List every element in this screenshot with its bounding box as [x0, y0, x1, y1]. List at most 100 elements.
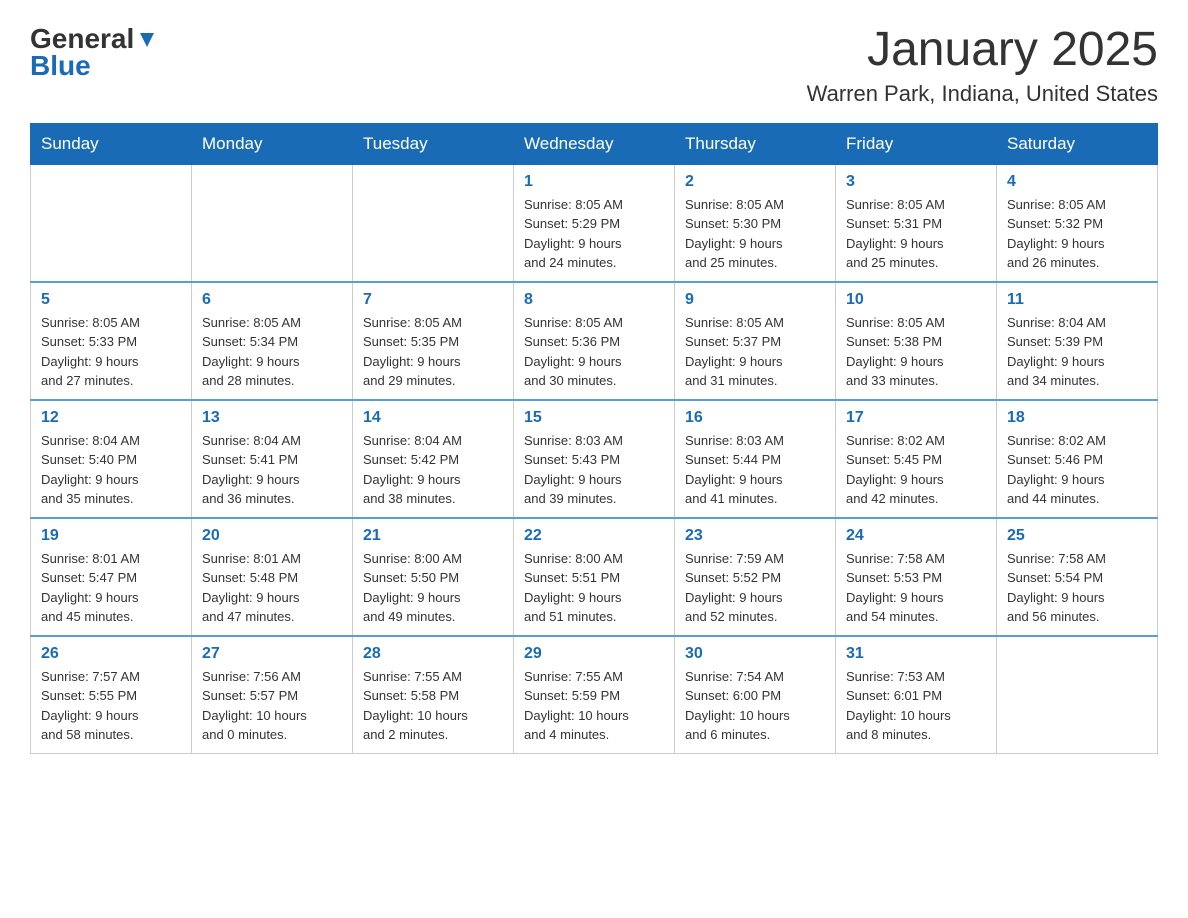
month-title: January 2025 [807, 24, 1158, 77]
day-info: Sunrise: 7:55 AMSunset: 5:59 PMDaylight:… [524, 667, 664, 745]
day-info: Sunrise: 7:55 AMSunset: 5:58 PMDaylight:… [363, 667, 503, 745]
day-info: Sunrise: 8:05 AMSunset: 5:37 PMDaylight:… [685, 313, 825, 391]
day-info: Sunrise: 7:57 AMSunset: 5:55 PMDaylight:… [41, 667, 181, 745]
day-cell-13: 13 Sunrise: 8:04 AMSunset: 5:41 PMDayligh… [192, 400, 353, 518]
day-info: Sunrise: 8:03 AMSunset: 5:44 PMDaylight:… [685, 431, 825, 509]
day-cell-8: 8 Sunrise: 8:05 AMSunset: 5:36 PMDaylight… [514, 282, 675, 400]
day-number: 25 [1007, 527, 1147, 545]
day-cell-25: 25 Sunrise: 7:58 AMSunset: 5:54 PMDayligh… [997, 518, 1158, 636]
day-info: Sunrise: 8:01 AMSunset: 5:48 PMDaylight:… [202, 549, 342, 627]
day-info: Sunrise: 8:00 AMSunset: 5:51 PMDaylight:… [524, 549, 664, 627]
day-header-row: SundayMondayTuesdayWednesdayThursdayFrid… [31, 123, 1158, 164]
day-info: Sunrise: 8:00 AMSunset: 5:50 PMDaylight:… [363, 549, 503, 627]
day-cell-5: 5 Sunrise: 8:05 AMSunset: 5:33 PMDaylight… [31, 282, 192, 400]
day-number: 28 [363, 645, 503, 663]
day-number: 17 [846, 409, 986, 427]
day-header-tuesday: Tuesday [353, 123, 514, 164]
day-header-saturday: Saturday [997, 123, 1158, 164]
day-cell-24: 24Sunrise: 7:58 AMSunset: 5:53 PMDayligh… [836, 518, 997, 636]
day-number: 8 [524, 291, 664, 309]
day-cell-29: 29 Sunrise: 7:55 AMSunset: 5:59 PMDayligh… [514, 636, 675, 754]
day-cell-30: 30 Sunrise: 7:54 AMSunset: 6:00 PMDayligh… [675, 636, 836, 754]
day-number: 19 [41, 527, 181, 545]
day-cell-16: 16 Sunrise: 8:03 AMSunset: 5:44 PMDayligh… [675, 400, 836, 518]
day-cell-23: 23 Sunrise: 7:59 AMSunset: 5:52 PMDayligh… [675, 518, 836, 636]
day-number: 11 [1007, 291, 1147, 309]
day-info: Sunrise: 7:58 AMSunset: 5:54 PMDaylight:… [1007, 549, 1147, 627]
day-number: 14 [363, 409, 503, 427]
day-number: 12 [41, 409, 181, 427]
day-cell-27: 27Sunrise: 7:56 AMSunset: 5:57 PMDayligh… [192, 636, 353, 754]
day-cell-17: 17 Sunrise: 8:02 AMSunset: 5:45 PMDayligh… [836, 400, 997, 518]
day-cell-21: 21Sunrise: 8:00 AMSunset: 5:50 PMDayligh… [353, 518, 514, 636]
logo: General Blue [30, 24, 158, 82]
day-info: Sunrise: 8:05 AMSunset: 5:30 PMDaylight:… [685, 195, 825, 273]
day-number: 16 [685, 409, 825, 427]
day-cell-12: 12 Sunrise: 8:04 AMSunset: 5:40 PMDayligh… [31, 400, 192, 518]
day-number: 3 [846, 173, 986, 191]
title-area: January 2025 Warren Park, Indiana, Unite… [807, 24, 1158, 107]
day-info: Sunrise: 8:05 AMSunset: 5:34 PMDaylight:… [202, 313, 342, 391]
day-info: Sunrise: 8:05 AMSunset: 5:38 PMDaylight:… [846, 313, 986, 391]
day-number: 30 [685, 645, 825, 663]
logo-triangle-icon [136, 29, 158, 51]
day-info: Sunrise: 8:05 AMSunset: 5:32 PMDaylight:… [1007, 195, 1147, 273]
day-number: 23 [685, 527, 825, 545]
day-info: Sunrise: 8:04 AMSunset: 5:40 PMDaylight:… [41, 431, 181, 509]
day-info: Sunrise: 7:54 AMSunset: 6:00 PMDaylight:… [685, 667, 825, 745]
day-number: 15 [524, 409, 664, 427]
day-number: 18 [1007, 409, 1147, 427]
day-number: 27 [202, 645, 342, 663]
empty-cell [997, 636, 1158, 754]
day-cell-10: 10 Sunrise: 8:05 AMSunset: 5:38 PMDayligh… [836, 282, 997, 400]
day-cell-9: 9 Sunrise: 8:05 AMSunset: 5:37 PMDaylight… [675, 282, 836, 400]
day-cell-18: 18 Sunrise: 8:02 AMSunset: 5:46 PMDayligh… [997, 400, 1158, 518]
day-number: 2 [685, 173, 825, 191]
day-info: Sunrise: 8:04 AMSunset: 5:41 PMDaylight:… [202, 431, 342, 509]
day-cell-19: 19 Sunrise: 8:01 AMSunset: 5:47 PMDayligh… [31, 518, 192, 636]
day-info: Sunrise: 7:53 AMSunset: 6:01 PMDaylight:… [846, 667, 986, 745]
day-info: Sunrise: 8:05 AMSunset: 5:36 PMDaylight:… [524, 313, 664, 391]
day-cell-14: 14 Sunrise: 8:04 AMSunset: 5:42 PMDayligh… [353, 400, 514, 518]
week-row-5: 26 Sunrise: 7:57 AMSunset: 5:55 PMDayligh… [31, 636, 1158, 754]
day-number: 24 [846, 527, 986, 545]
day-number: 26 [41, 645, 181, 663]
day-header-friday: Friday [836, 123, 997, 164]
empty-cell [31, 164, 192, 282]
day-info: Sunrise: 8:01 AMSunset: 5:47 PMDaylight:… [41, 549, 181, 627]
day-number: 29 [524, 645, 664, 663]
day-info: Sunrise: 8:05 AMSunset: 5:31 PMDaylight:… [846, 195, 986, 273]
day-cell-11: 11 Sunrise: 8:04 AMSunset: 5:39 PMDayligh… [997, 282, 1158, 400]
day-info: Sunrise: 8:04 AMSunset: 5:42 PMDaylight:… [363, 431, 503, 509]
day-header-thursday: Thursday [675, 123, 836, 164]
day-header-monday: Monday [192, 123, 353, 164]
day-cell-20: 20Sunrise: 8:01 AMSunset: 5:48 PMDayligh… [192, 518, 353, 636]
day-info: Sunrise: 8:02 AMSunset: 5:45 PMDaylight:… [846, 431, 986, 509]
week-row-1: 1Sunrise: 8:05 AMSunset: 5:29 PMDaylight… [31, 164, 1158, 282]
day-number: 31 [846, 645, 986, 663]
day-number: 13 [202, 409, 342, 427]
logo-blue-text: Blue [30, 51, 158, 82]
empty-cell [192, 164, 353, 282]
day-number: 22 [524, 527, 664, 545]
day-info: Sunrise: 8:04 AMSunset: 5:39 PMDaylight:… [1007, 313, 1147, 391]
day-number: 6 [202, 291, 342, 309]
day-cell-7: 7 Sunrise: 8:05 AMSunset: 5:35 PMDaylight… [353, 282, 514, 400]
day-cell-1: 1Sunrise: 8:05 AMSunset: 5:29 PMDaylight… [514, 164, 675, 282]
day-info: Sunrise: 7:59 AMSunset: 5:52 PMDaylight:… [685, 549, 825, 627]
day-number: 7 [363, 291, 503, 309]
day-info: Sunrise: 8:03 AMSunset: 5:43 PMDaylight:… [524, 431, 664, 509]
day-cell-3: 3 Sunrise: 8:05 AMSunset: 5:31 PMDaylight… [836, 164, 997, 282]
day-cell-2: 2 Sunrise: 8:05 AMSunset: 5:30 PMDaylight… [675, 164, 836, 282]
day-cell-6: 6 Sunrise: 8:05 AMSunset: 5:34 PMDaylight… [192, 282, 353, 400]
day-number: 5 [41, 291, 181, 309]
day-info: Sunrise: 8:05 AMSunset: 5:33 PMDaylight:… [41, 313, 181, 391]
day-cell-22: 22 Sunrise: 8:00 AMSunset: 5:51 PMDayligh… [514, 518, 675, 636]
day-number: 10 [846, 291, 986, 309]
day-number: 9 [685, 291, 825, 309]
week-row-2: 5 Sunrise: 8:05 AMSunset: 5:33 PMDaylight… [31, 282, 1158, 400]
day-info: Sunrise: 8:02 AMSunset: 5:46 PMDaylight:… [1007, 431, 1147, 509]
day-info: Sunrise: 8:05 AMSunset: 5:35 PMDaylight:… [363, 313, 503, 391]
week-row-3: 12 Sunrise: 8:04 AMSunset: 5:40 PMDayligh… [31, 400, 1158, 518]
week-row-4: 19 Sunrise: 8:01 AMSunset: 5:47 PMDayligh… [31, 518, 1158, 636]
